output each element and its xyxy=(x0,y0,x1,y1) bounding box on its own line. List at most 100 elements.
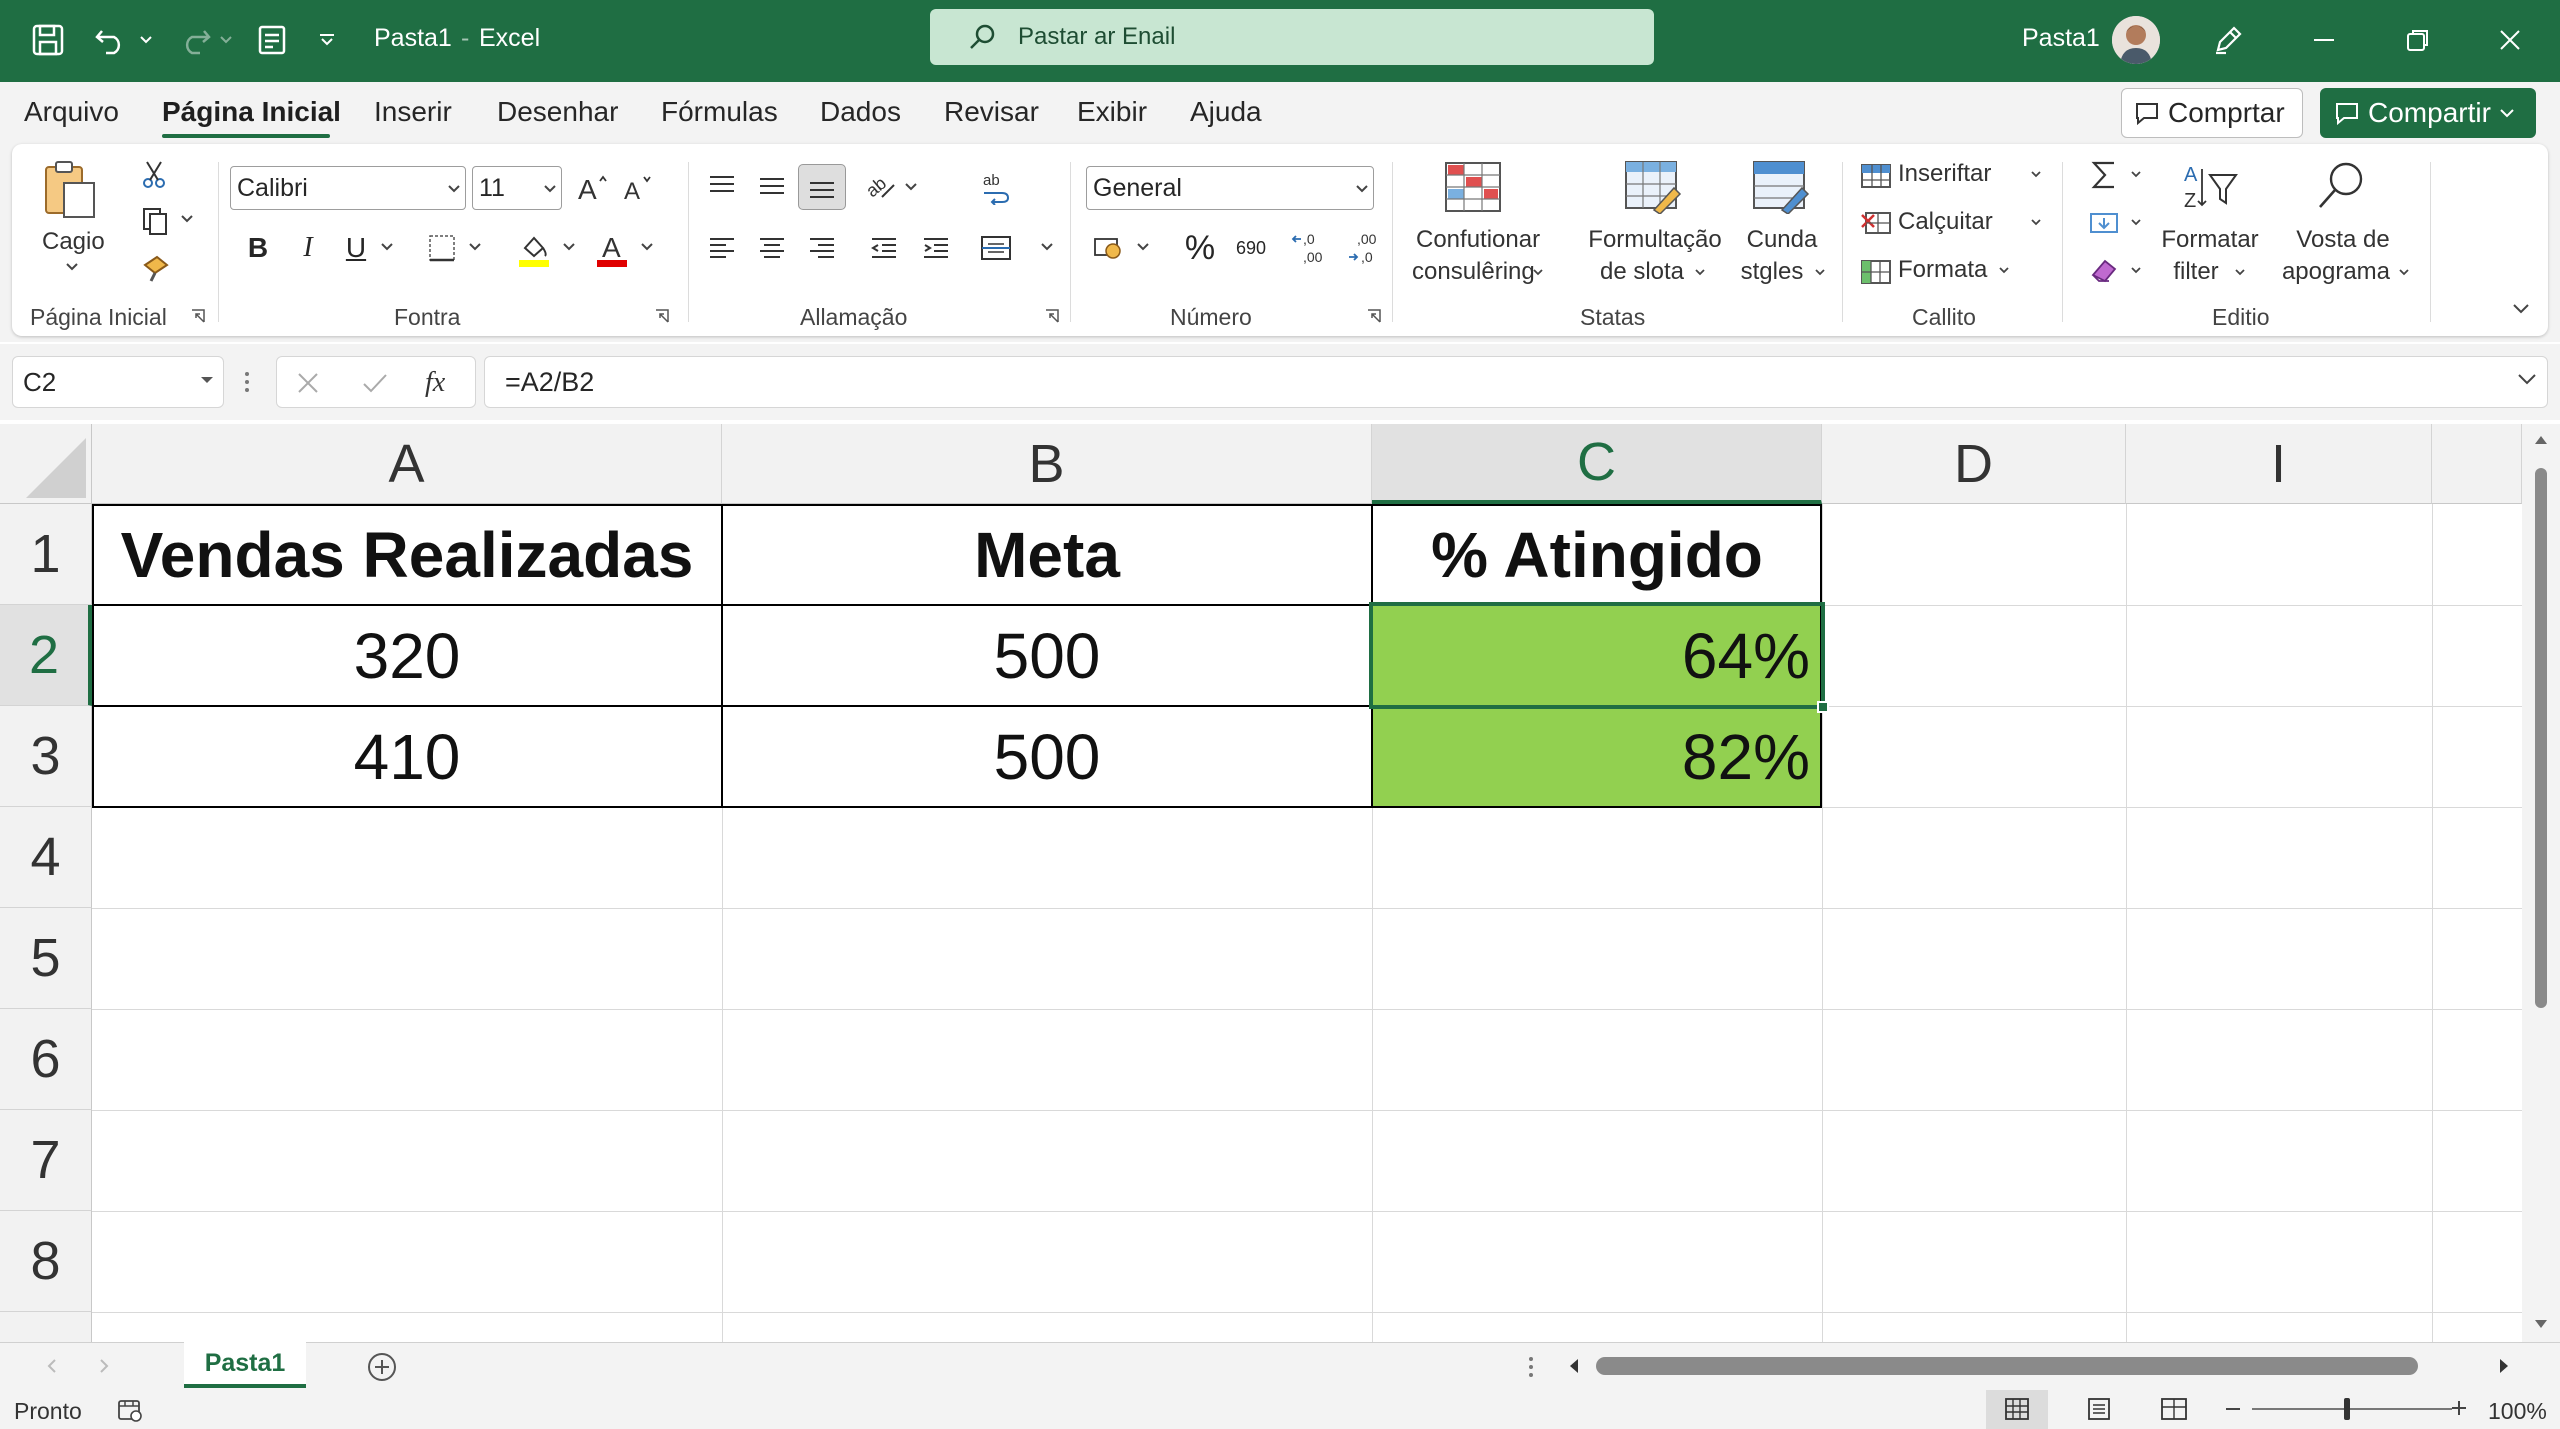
paste-label[interactable]: Cagio xyxy=(42,226,105,258)
more-options-icon[interactable] xyxy=(244,370,250,394)
avatar[interactable] xyxy=(2112,16,2160,64)
align-right-icon[interactable] xyxy=(800,228,844,268)
font-name-dropdown[interactable]: Calibri xyxy=(230,166,466,210)
font-color-dropdown-icon[interactable] xyxy=(638,240,656,254)
restore-icon[interactable] xyxy=(2394,16,2442,64)
insert-cells-icon[interactable] xyxy=(1858,158,1894,192)
cell-styles-label-2[interactable]: stgles xyxy=(1732,256,1812,288)
cell-a2[interactable]: 320 xyxy=(92,605,722,706)
chevron-down-icon[interactable] xyxy=(199,373,215,387)
minimize-icon[interactable] xyxy=(2300,16,2348,64)
scroll-right-icon[interactable] xyxy=(2498,1357,2510,1375)
delete-cells-icon[interactable] xyxy=(1858,206,1894,240)
normal-view-button[interactable] xyxy=(1986,1390,2048,1429)
autosum-icon[interactable] xyxy=(2084,156,2124,194)
sheet-tab-pasta1[interactable]: Pasta1 xyxy=(184,1342,306,1388)
select-all-corner[interactable] xyxy=(0,424,92,504)
decrease-indent-icon[interactable] xyxy=(862,228,906,268)
merge-center-icon[interactable] xyxy=(974,228,1018,268)
align-top-icon[interactable] xyxy=(700,166,744,206)
font-color-icon[interactable]: A xyxy=(590,228,634,272)
format-cells-icon[interactable] xyxy=(1858,254,1894,288)
number-launcher-icon[interactable] xyxy=(1366,308,1382,324)
undo-icon[interactable] xyxy=(88,16,136,64)
menu-revisar[interactable]: Revisar xyxy=(944,96,1039,128)
row-header-4[interactable]: 4 xyxy=(0,807,92,908)
cell-styles-icon[interactable] xyxy=(1750,158,1812,216)
customize-toolbar-icon[interactable] xyxy=(312,16,342,64)
cell-a1[interactable]: Vendas Realizadas xyxy=(92,504,722,605)
alignment-launcher-icon[interactable] xyxy=(1044,308,1060,324)
zoom-in-icon[interactable] xyxy=(2450,1399,2468,1417)
menu-formulas[interactable]: Fórmulas xyxy=(661,96,778,128)
decrease-font-icon[interactable]: A xyxy=(618,166,658,210)
cell-styles-label[interactable]: Cunda xyxy=(1742,224,1822,256)
redo-dropdown-icon[interactable] xyxy=(216,16,236,64)
delete-cells-label[interactable]: Calçuitar xyxy=(1898,206,1993,238)
name-box[interactable]: C2 xyxy=(12,356,224,408)
format-cells-label[interactable]: Formata xyxy=(1898,254,1987,286)
collapse-ribbon-icon[interactable] xyxy=(2510,298,2532,320)
italic-button[interactable]: I xyxy=(290,228,326,268)
fill-color-icon[interactable] xyxy=(512,228,556,272)
insert-function-icon[interactable]: fx xyxy=(423,367,457,399)
fill-dropdown-icon[interactable] xyxy=(2128,216,2144,228)
chevron-down-icon[interactable] xyxy=(1812,266,1828,278)
formula-input[interactable]: =A2/B2 xyxy=(484,356,2548,408)
column-header-blank[interactable] xyxy=(2432,424,2522,504)
find-select-label[interactable]: Vosta de xyxy=(2290,224,2396,256)
bold-button[interactable]: B xyxy=(240,228,276,268)
menu-dados[interactable]: Dados xyxy=(820,96,901,128)
autosum-dropdown-icon[interactable] xyxy=(2128,168,2144,180)
next-sheet-icon[interactable] xyxy=(98,1357,110,1375)
sort-filter-label[interactable]: Formatar xyxy=(2160,224,2260,256)
search-box[interactable]: Pastar ar Enail xyxy=(930,9,1654,65)
number-format-dropdown[interactable]: General xyxy=(1086,166,1374,210)
chevron-down-icon[interactable] xyxy=(2499,108,2515,118)
vertical-scroll-thumb[interactable] xyxy=(2535,468,2547,1008)
row-header-3[interactable]: 3 xyxy=(0,706,92,807)
cell-b3[interactable]: 500 xyxy=(722,706,1372,807)
chevron-down-icon[interactable] xyxy=(2028,216,2044,228)
conditional-formatting-icon[interactable] xyxy=(1442,158,1504,216)
menu-inserir[interactable]: Inserir xyxy=(374,96,452,128)
find-select-icon[interactable] xyxy=(2312,156,2372,216)
page-break-icon[interactable] xyxy=(2160,1397,2188,1421)
chevron-down-icon[interactable] xyxy=(1996,264,2012,276)
confirm-icon[interactable] xyxy=(361,370,389,396)
insert-cells-label[interactable]: Inseriftar xyxy=(1898,158,1991,190)
row-header-5[interactable]: 5 xyxy=(0,908,92,1009)
horizontal-scroll-thumb[interactable] xyxy=(1596,1357,2418,1375)
accounting-format-icon[interactable] xyxy=(1088,228,1132,268)
close-icon[interactable] xyxy=(2486,16,2534,64)
menu-arquivo[interactable]: Arquivo xyxy=(24,96,119,128)
scroll-down-icon[interactable] xyxy=(2534,1318,2548,1330)
zoom-out-icon[interactable] xyxy=(2226,1408,2240,1410)
align-bottom-icon[interactable] xyxy=(798,164,846,210)
align-middle-icon[interactable] xyxy=(750,166,794,206)
column-header-c[interactable]: C xyxy=(1372,424,1822,504)
conditional-formatting-label[interactable]: Confutionar xyxy=(1416,224,1540,256)
menu-exibir[interactable]: Exibir xyxy=(1077,96,1147,128)
increase-font-icon[interactable]: A xyxy=(572,166,612,210)
form-icon[interactable] xyxy=(248,16,296,64)
cell-c3[interactable]: 82% xyxy=(1372,706,1822,807)
cell-c2[interactable]: 64% xyxy=(1372,605,1822,706)
expand-formula-icon[interactable] xyxy=(2517,372,2537,386)
accessibility-icon[interactable] xyxy=(116,1396,144,1424)
row-header-1[interactable]: 1 xyxy=(0,504,92,605)
align-left-icon[interactable] xyxy=(700,228,744,268)
clipboard-launcher-icon[interactable] xyxy=(190,308,206,324)
chevron-down-icon[interactable] xyxy=(2232,266,2248,278)
chevron-down-icon[interactable] xyxy=(1530,266,1546,278)
paste-icon[interactable] xyxy=(40,158,100,222)
zoom-level[interactable]: 100% xyxy=(2488,1398,2547,1425)
fill-handle[interactable] xyxy=(1817,701,1829,713)
font-launcher-icon[interactable] xyxy=(654,308,670,324)
cell-a3[interactable]: 410 xyxy=(92,706,722,807)
more-sheets-icon[interactable] xyxy=(1528,1355,1534,1379)
vertical-scrollbar[interactable] xyxy=(2522,424,2560,1342)
column-header-i[interactable]: I xyxy=(2126,424,2432,504)
align-center-icon[interactable] xyxy=(750,228,794,268)
comma-style-button[interactable]: 690 xyxy=(1226,226,1276,270)
